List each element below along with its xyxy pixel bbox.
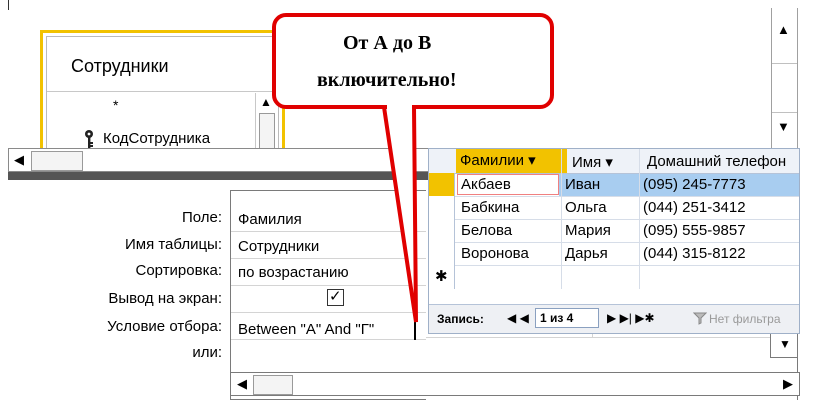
table-field-list-title: Сотрудники	[71, 56, 169, 76]
row-selector[interactable]	[429, 219, 455, 242]
callout-join	[387, 102, 412, 110]
column-header-phone[interactable]: Домашний телефон	[647, 153, 786, 170]
divider	[561, 149, 562, 289]
scroll-right-icon[interactable]: ▶	[783, 376, 793, 392]
scrollbar-thumb[interactable]	[253, 375, 293, 395]
pane-splitter[interactable]	[8, 172, 432, 180]
grid-horizontal-scrollbar[interactable]: ◀ ▶	[230, 372, 800, 396]
grid-criteria-value[interactable]: Between "A" And "Г"	[238, 321, 374, 338]
cell-firstname[interactable]: Иван	[565, 176, 600, 193]
checkmark-icon: ✓	[329, 288, 342, 305]
divider	[231, 285, 426, 286]
divider	[772, 63, 797, 64]
new-record-icon: ✱	[435, 268, 448, 285]
column-header-lastname[interactable]: Фамилии ▾	[456, 149, 567, 173]
design-vertical-scrollbar[interactable]: ▲ ▼	[771, 8, 798, 148]
cell-lastname[interactable]: Акбаев	[461, 176, 511, 193]
table-row[interactable]: Акбаев Иван (095) 245-7773	[455, 173, 799, 197]
qbe-grid-column: Фамилия Сотрудники по возрастанию ✓ Betw…	[230, 190, 426, 400]
grid-table-value[interactable]: Сотрудники	[238, 238, 319, 255]
cell-phone[interactable]: (044) 251-3412	[643, 199, 746, 216]
cell-lastname[interactable]: Белова	[461, 222, 512, 239]
chevron-down-icon: ▼	[779, 337, 791, 351]
new-row[interactable]	[455, 265, 799, 288]
divider	[231, 258, 426, 259]
divider	[426, 337, 797, 338]
key-icon	[85, 130, 93, 148]
datasheet-header: Фамилии ▾ Имя ▾ Домашний телефон	[429, 149, 799, 174]
divider	[8, 0, 9, 10]
table-field-all[interactable]: *	[113, 97, 118, 113]
next-last-new-record-buttons[interactable]: ▶ ▶| ▶✱	[607, 311, 655, 325]
record-position-input[interactable]: 1 из 4	[535, 308, 599, 328]
scroll-left-icon[interactable]: ◀	[237, 376, 247, 392]
grid-sort-value[interactable]: по возрастанию	[238, 264, 349, 281]
grid-label-sort: Сортировка:	[135, 262, 223, 279]
cell-lastname[interactable]: Бабкина	[461, 199, 519, 216]
grid-label-criteria: Условие отбора:	[107, 318, 222, 335]
funnel-icon	[693, 312, 707, 325]
record-position-text: 1 из 4	[540, 311, 574, 325]
filter-status[interactable]: Нет фильтра	[709, 312, 781, 326]
cell-phone[interactable]: (095) 555-9857	[643, 222, 746, 239]
cell-lastname[interactable]: Воронова	[461, 245, 529, 262]
grid-label-field: Поле:	[181, 209, 222, 226]
table-row[interactable]: Воронова Дарья (044) 315-8122	[455, 242, 799, 266]
cell-phone[interactable]: (044) 315-8122	[643, 245, 746, 262]
divider	[772, 112, 797, 113]
new-row-selector[interactable]: ✱	[429, 265, 455, 289]
grid-label-table: Имя таблицы:	[124, 236, 222, 253]
divider	[231, 339, 426, 340]
record-navigator: Запись: ◀ ◀ 1 из 4 ▶ ▶| ▶✱ Нет фильтра	[429, 304, 799, 333]
scroll-down-icon[interactable]: ▼	[777, 119, 790, 134]
row-selector-current[interactable]	[429, 173, 455, 196]
cell-phone[interactable]: (095) 245-7773	[643, 176, 746, 193]
design-horizontal-scrollbar[interactable]: ◀	[8, 148, 432, 172]
cell-firstname[interactable]: Мария	[565, 222, 611, 239]
callout-line-1: От А до В	[343, 32, 432, 54]
callout-line-2: включительно!	[317, 69, 457, 91]
grid-label-show: Вывод на экран:	[108, 290, 222, 307]
row-selector[interactable]	[429, 242, 455, 265]
divider	[231, 231, 426, 232]
grid-label-or: или:	[192, 344, 222, 361]
datasheet-view[interactable]: Фамилии ▾ Имя ▾ Домашний телефон ✱ Акбае…	[428, 148, 800, 334]
scroll-up-icon[interactable]: ▲	[777, 22, 790, 37]
table-row[interactable]: Белова Мария (095) 555-9857	[455, 219, 799, 243]
cell-firstname[interactable]: Дарья	[565, 245, 608, 262]
grid-field-value[interactable]: Фамилия	[238, 211, 302, 228]
divider	[47, 91, 278, 92]
table-row[interactable]: Бабкина Ольга (044) 251-3412	[455, 196, 799, 220]
table-field-item[interactable]: КодСотрудника	[103, 130, 210, 147]
scrollbar-thumb[interactable]	[31, 151, 83, 171]
cell-firstname[interactable]: Ольга	[565, 199, 607, 216]
show-checkbox[interactable]: ✓	[327, 288, 344, 306]
first-prev-record-buttons[interactable]: ◀ ◀	[507, 311, 529, 325]
record-label: Запись:	[437, 312, 484, 326]
scroll-up-icon[interactable]: ▲	[260, 95, 272, 109]
scroll-left-icon[interactable]: ◀	[14, 152, 24, 168]
callout-bubble: От А до В включительно!	[272, 13, 554, 109]
divider	[231, 312, 426, 313]
column-header-firstname[interactable]: Имя ▾	[572, 153, 613, 171]
or-dropdown-button[interactable]: ▼	[770, 330, 798, 358]
row-selector[interactable]	[429, 196, 455, 219]
divider	[639, 149, 640, 289]
text-cursor	[414, 322, 416, 340]
